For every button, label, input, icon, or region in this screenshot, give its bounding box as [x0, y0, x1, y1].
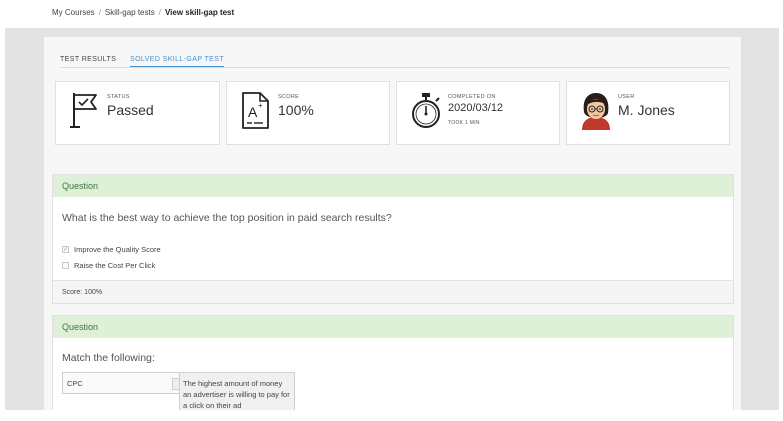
stopwatch-icon — [412, 93, 440, 128]
breadcrumb-skill-gap-tests[interactable]: Skill-gap tests — [105, 8, 155, 17]
results-panel: TEST RESULTS SOLVED SKILL-GAP TEST STATU… — [44, 37, 741, 410]
score-label: SCORE — [278, 94, 300, 100]
svg-text:A: A — [248, 104, 258, 120]
svg-text:+: + — [258, 101, 263, 110]
user-value: M. Jones — [618, 102, 675, 118]
question-score: Score: 100% — [53, 280, 733, 303]
question-header: Question — [53, 316, 733, 338]
checkbox-unchecked[interactable] — [62, 262, 69, 269]
breadcrumb-separator: / — [158, 8, 161, 17]
score-value: 100% — [278, 102, 314, 118]
duration-text: TOOK 1 MIN — [448, 120, 480, 126]
question-text: What is the best way to achieve the top … — [62, 212, 392, 224]
question-block: Question Match the following: CPC The hi… — [52, 315, 734, 410]
answer-option-label: Improve the Quality Score — [74, 245, 161, 254]
match-term: CPC — [67, 379, 83, 388]
status-card: STATUS Passed — [55, 81, 220, 145]
grade-document-icon: A + — [242, 92, 269, 129]
content-area: TEST RESULTS SOLVED SKILL-GAP TEST STATU… — [5, 28, 779, 410]
match-definition[interactable]: The highest amount of money an advertise… — [179, 372, 295, 410]
user-card: USER M. Jones — [566, 81, 730, 145]
breadcrumb-current: View skill-gap test — [164, 8, 235, 17]
user-label: USER — [618, 94, 635, 100]
question-block: Question What is the best way to achieve… — [52, 174, 734, 304]
drag-handle[interactable] — [172, 378, 179, 390]
completed-label: COMPLETED ON — [448, 94, 496, 100]
answer-option-label: Raise the Cost Per Click — [74, 261, 156, 270]
answer-option: ✓ Improve the Quality Score — [62, 245, 161, 254]
status-label: STATUS — [107, 94, 130, 100]
completed-value: 2020/03/12 — [448, 102, 504, 114]
tab-bar: TEST RESULTS SOLVED SKILL-GAP TEST — [60, 56, 730, 68]
checkbox-checked[interactable]: ✓ — [62, 246, 69, 253]
match-term-field[interactable]: CPC — [62, 372, 180, 394]
answer-option: Raise the Cost Per Click — [62, 261, 155, 270]
question-header: Question — [53, 175, 733, 197]
flag-icon — [70, 93, 97, 128]
breadcrumb-my-courses[interactable]: My Courses — [52, 8, 95, 17]
tab-solved-skill-gap-test[interactable]: SOLVED SKILL-GAP TEST — [130, 56, 224, 67]
status-value: Passed — [107, 102, 154, 118]
breadcrumb: My Courses / Skill-gap tests / View skil… — [52, 8, 234, 17]
completed-card: COMPLETED ON 2020/03/12 TOOK 1 MIN — [396, 81, 560, 145]
score-card: A + SCORE 100% — [226, 81, 390, 145]
breadcrumb-separator: / — [98, 8, 101, 17]
tab-test-results[interactable]: TEST RESULTS — [60, 56, 116, 66]
question-text: Match the following: — [62, 352, 155, 364]
avatar — [582, 93, 610, 130]
